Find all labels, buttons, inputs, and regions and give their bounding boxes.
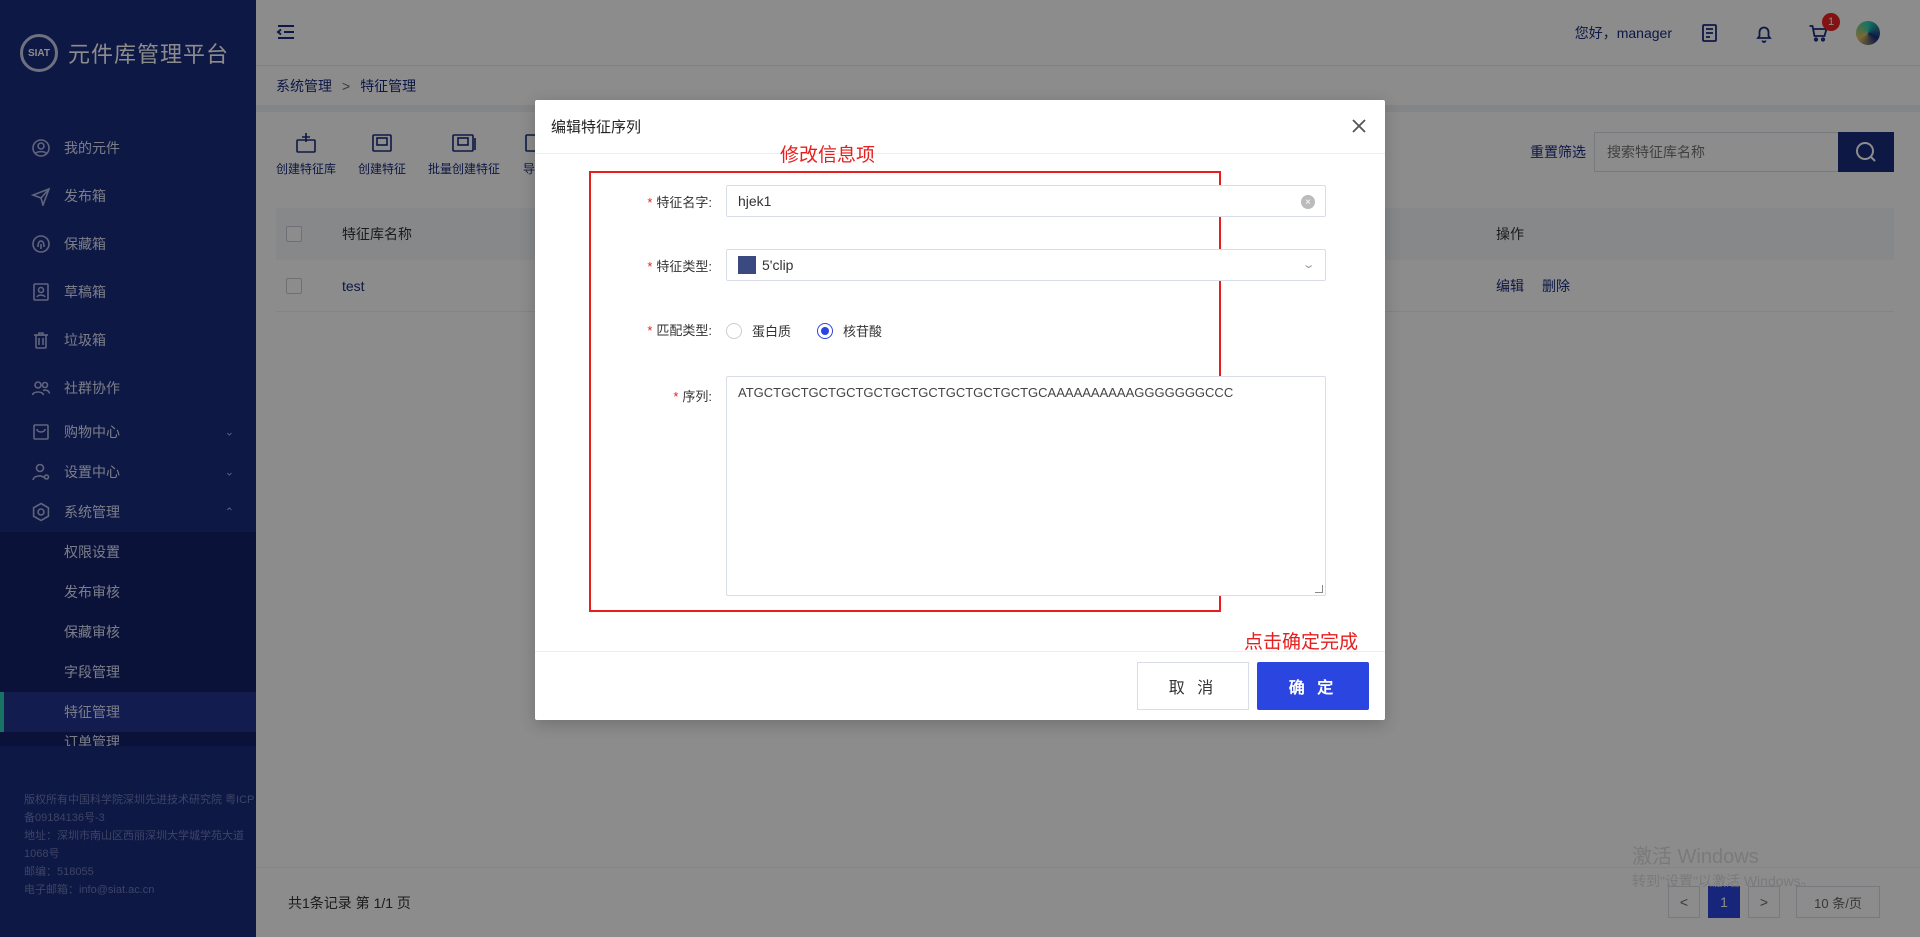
name-row: * 特征名字: hjek1 × (535, 185, 1385, 217)
match-radio-group: 蛋白质 核苷酸 (726, 321, 900, 340)
radio-circle-checked (817, 322, 834, 339)
windows-activation-watermark: 激活 Windows 转到"设置"以激活 Windows。 (1632, 840, 1815, 891)
sequence-row: * 序列: ATGCTGCTGCTGCTGCTGCTGCTGCTGCTGCTGCA… (535, 376, 1385, 596)
dialog-body: 修改信息项 * 特征名字: hjek1 × * 特征类型: 5'clip ⌄ * 匹配… (535, 144, 1385, 653)
radio-label: 蛋白质 (752, 324, 792, 339)
radio-label: 核苷酸 (843, 324, 883, 339)
type-color-swatch (738, 256, 756, 274)
clear-icon[interactable]: × (1301, 195, 1315, 209)
confirm-button[interactable]: 确 定 (1257, 662, 1369, 710)
name-label: * 特征名字: (535, 192, 720, 211)
match-label: * 匹配类型: (535, 320, 720, 339)
type-label: * 特征类型: (535, 256, 720, 275)
annotation-modify-info: 修改信息项 (780, 144, 876, 166)
required-mark: * (647, 194, 653, 210)
type-value: 5'clip (762, 257, 794, 273)
radio-circle (726, 322, 742, 339)
watermark-title: 激活 Windows (1632, 846, 1759, 868)
name-value: hjek1 (738, 193, 772, 209)
type-label-text: 特征类型: (656, 258, 712, 274)
cancel-button[interactable]: 取 消 (1137, 662, 1249, 710)
annotation-click-ok: 点击确定完成 (1244, 631, 1359, 653)
required-mark: * (647, 258, 653, 274)
type-select[interactable]: 5'clip ⌄ (726, 249, 1326, 281)
required-mark: * (673, 389, 679, 404)
sequence-value: ATGCTGCTGCTGCTGCTGCTGCTGCTGCTGCTGCAAAAAA… (738, 385, 1234, 400)
radio-nucleotide[interactable]: 核苷酸 (817, 321, 882, 340)
dialog-title: 编辑特征序列 (551, 119, 642, 136)
radio-protein[interactable]: 蛋白质 (726, 321, 791, 340)
watermark-subtitle: 转到"设置"以激活 Windows。 (1632, 873, 1815, 889)
name-label-text: 特征名字: (656, 194, 712, 210)
type-row: * 特征类型: 5'clip ⌄ (535, 249, 1385, 281)
seq-label: * 序列: (535, 376, 720, 405)
name-input[interactable]: hjek1 × (726, 185, 1326, 217)
dialog-footer: 取 消 确 定 (535, 651, 1385, 720)
seq-label-text: 序列: (682, 389, 712, 404)
dialog-header: 编辑特征序列 (535, 100, 1385, 154)
edit-feature-dialog: 编辑特征序列 修改信息项 * 特征名字: hjek1 × * 特征类型: 5'cli… (535, 100, 1385, 720)
match-row: * 匹配类型: 蛋白质 核苷酸 (535, 313, 1385, 345)
chevron-down-icon: ⌄ (1301, 259, 1316, 271)
required-mark: * (647, 322, 653, 338)
close-icon[interactable] (1351, 118, 1367, 134)
sequence-textarea[interactable]: ATGCTGCTGCTGCTGCTGCTGCTGCTGCTGCTGCAAAAAA… (726, 376, 1326, 596)
resize-handle-icon[interactable] (1315, 585, 1323, 593)
match-label-text: 匹配类型: (656, 322, 712, 338)
